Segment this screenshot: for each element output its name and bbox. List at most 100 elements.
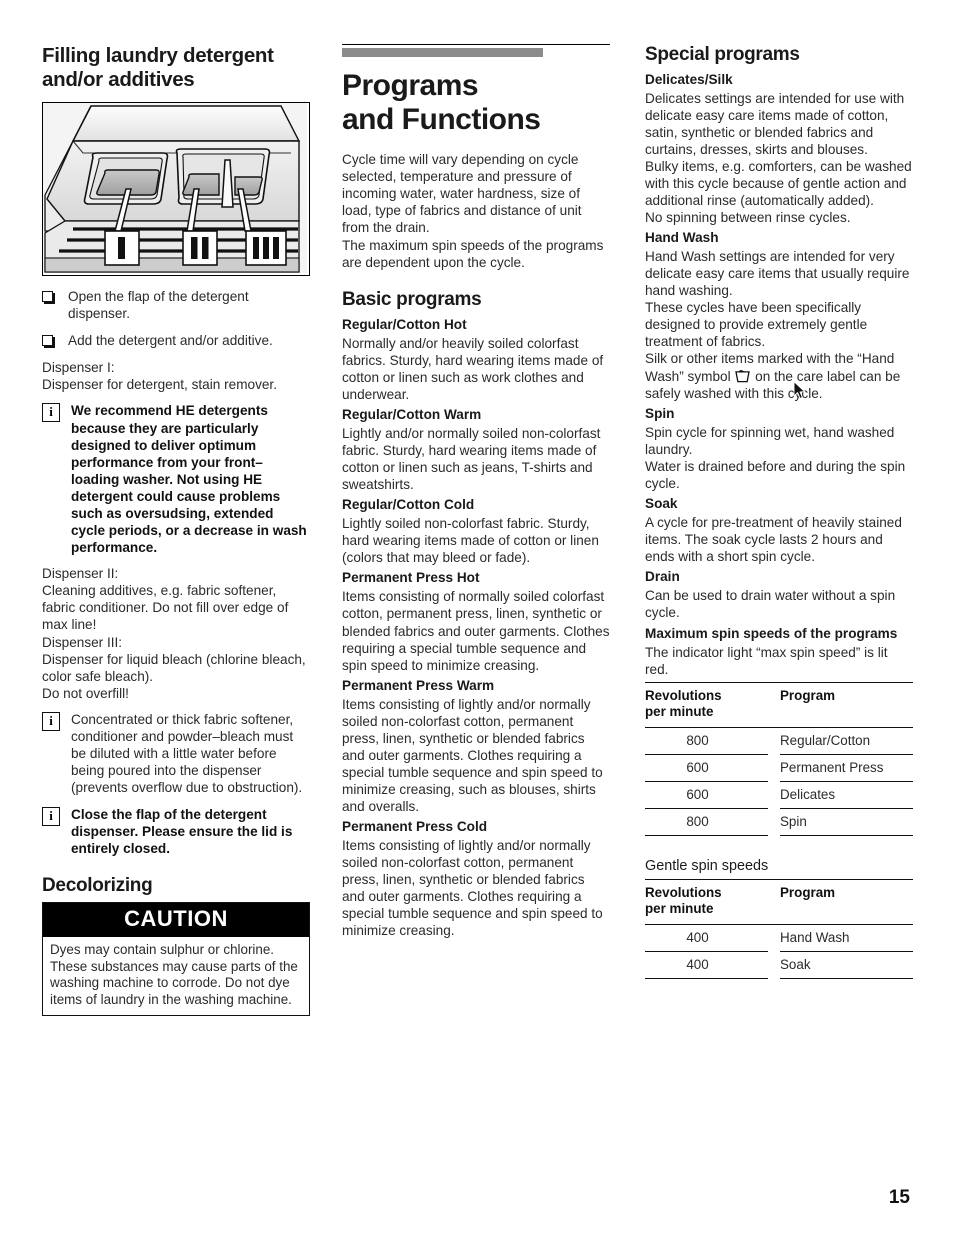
table-header-row: Revolutions per minute Program [645, 682, 913, 728]
dispenser-1-text: Dispenser for detergent, stain remover. [42, 377, 277, 393]
delicates-text-2: Bulky items, e.g. comforters, can be was… [645, 159, 912, 209]
chapter-accent-bar [342, 48, 543, 57]
intro-paragraph-2: The maximum spin speeds of the programs … [342, 238, 604, 271]
max-spin-speeds-table: Revolutions per minute Program 800 Regul… [645, 682, 913, 837]
delicates-text-3: No spinning between rinse cycles. [645, 210, 851, 226]
program-text: Lightly and/or normally soiled non-color… [342, 426, 601, 493]
cell-rpm: 800 [645, 727, 768, 755]
soak-title: Soak [645, 495, 678, 511]
info-icon: i [42, 806, 60, 826]
checkbox-bullet-icon [42, 288, 68, 305]
header-spacer [768, 880, 780, 925]
info-icon: i [42, 712, 60, 732]
max-spin-note: The indicator light “max spin speed” is … [645, 644, 888, 678]
chapter-title-line1: Programs [342, 69, 479, 102]
checkbox-bullet-icon [42, 332, 68, 349]
spin-text-2: Water is drained before and during the s… [645, 458, 906, 491]
program-text: Lightly soiled non-colorfast fabric. Stu… [342, 516, 599, 566]
info-note-text: Concentrated or thick fabric softener, c… [71, 712, 303, 796]
handwash-title: Hand Wash [645, 230, 719, 246]
middle-column: Programs and Functions Cycle time will v… [342, 44, 610, 940]
table-row: 800 Regular/Cotton [645, 727, 913, 755]
info-note: i Concentrated or thick fabric softener,… [42, 711, 310, 796]
info-icon: i [42, 403, 60, 423]
table-row: 600 Delicates [645, 781, 913, 809]
column-header-program: Program [780, 688, 836, 704]
gentle-spin-caption: Gentle spin speeds [645, 858, 769, 874]
chapter-rule [342, 44, 610, 45]
dispenser-3-label: Dispenser III: [42, 635, 123, 651]
step-item: Open the flap of the detergent dispenser… [42, 288, 310, 322]
caution-text: Dyes may contain sulphur or chlorine. Th… [50, 941, 298, 1007]
cell-spacer [768, 754, 780, 781]
cell-program: Spin [780, 808, 913, 837]
caution-title: CAUTION [43, 903, 309, 937]
table-row: 800 Spin [645, 808, 913, 837]
program-text: Items consisting of lightly and/or norma… [342, 696, 603, 814]
table-row: 400 Hand Wash [645, 924, 913, 952]
decolorizing-heading: Decolorizing [42, 874, 153, 896]
program-title: Regular/Cotton Warm [342, 407, 482, 423]
column-header-rpm: Revolutions per minute [645, 885, 722, 917]
cell-program: Soak [780, 951, 913, 980]
cell-program: Permanent Press [780, 754, 913, 782]
document-page: Filling laundry detergent and/or additiv… [0, 0, 954, 1235]
program-text: Items consisting of lightly and/or norma… [342, 837, 603, 939]
step-text: Add the detergent and/or additive. [68, 333, 273, 349]
delicates-title: Delicates/Silk [645, 71, 733, 87]
cell-spacer [768, 951, 780, 978]
cell-rpm: 600 [645, 781, 768, 809]
cell-program: Hand Wash [780, 924, 913, 952]
left-column: Filling laundry detergent and/or additiv… [42, 44, 310, 1017]
info-note-text: We recommend HE detergents because they … [71, 403, 307, 555]
drain-title: Drain [645, 568, 680, 584]
spin-title: Spin [645, 405, 675, 421]
cell-spacer [768, 781, 780, 808]
handwash-text-1: Hand Wash settings are intended for very… [645, 249, 910, 299]
dispenser-1-label: Dispenser I: [42, 360, 115, 376]
intro-paragraph-1: Cycle time will vary depending on cycle … [342, 151, 582, 235]
step-text: Open the flap of the detergent dispenser… [68, 288, 249, 322]
drain-text: Can be used to drain water without a spi… [645, 587, 896, 620]
program-title: Regular/Cotton Cold [342, 497, 475, 513]
dispenser-3-text: Dispenser for liquid bleach (chlorine bl… [42, 652, 306, 685]
column-header-rpm: Revolutions per minute [645, 688, 722, 719]
handwash-text-3: Silk or other items marked with the “Han… [645, 350, 913, 401]
program-title: Permanent Press Cold [342, 818, 488, 834]
chapter-title: Programs and Functions [342, 69, 610, 137]
cell-rpm: 800 [645, 808, 768, 837]
step-item: Add the detergent and/or additive. [42, 332, 310, 349]
cell-program: Delicates [780, 781, 913, 809]
cell-spacer [768, 727, 780, 754]
cell-rpm: 600 [645, 754, 768, 782]
cell-spacer [768, 808, 780, 835]
gentle-spin-speeds-table: Revolutions per minute Program 400 Hand … [645, 879, 913, 980]
info-note: i Close the flap of the detergent dispen… [42, 806, 310, 857]
cell-rpm: 400 [645, 924, 768, 952]
hand-wash-symbol-icon [735, 369, 751, 383]
detergent-dispenser-illustration [42, 101, 310, 276]
cell-spacer [768, 924, 780, 951]
table-row: 600 Permanent Press [645, 754, 913, 782]
cell-rpm: 400 [645, 951, 768, 980]
program-text: Items consisting of normally soiled colo… [342, 589, 610, 673]
basic-programs-heading: Basic programs [342, 289, 482, 311]
delicates-text-1: Delicates settings are intended for use … [645, 90, 905, 157]
program-text: Normally and/or heavily soiled colorfast… [342, 335, 604, 403]
table-header-row: Revolutions per minute Program [645, 879, 913, 925]
table-row: 400 Soak [645, 951, 913, 980]
cell-program: Regular/Cotton [780, 727, 913, 755]
program-title: Regular/Cotton Hot [342, 316, 467, 332]
handwash-text-2: These cycles have been specifically desi… [645, 300, 868, 350]
page-number: 15 [888, 1187, 910, 1208]
chapter-title-line2: and Functions [342, 102, 541, 136]
page-title: Filling laundry detergent and/or additiv… [42, 44, 274, 91]
info-note-text: Close the flap of the detergent dispense… [71, 806, 293, 856]
special-programs-heading: Special programs [645, 44, 800, 65]
column-header-program: Program [780, 885, 836, 901]
dispenser-3-text-extra: Do not overfill! [42, 686, 129, 702]
right-column: Special programs Delicates/Silk Delicate… [645, 44, 913, 980]
program-title: Permanent Press Hot [342, 570, 480, 586]
spin-text-1: Spin cycle for spinning wet, hand washed… [645, 424, 895, 457]
program-title: Permanent Press Warm [342, 677, 495, 693]
